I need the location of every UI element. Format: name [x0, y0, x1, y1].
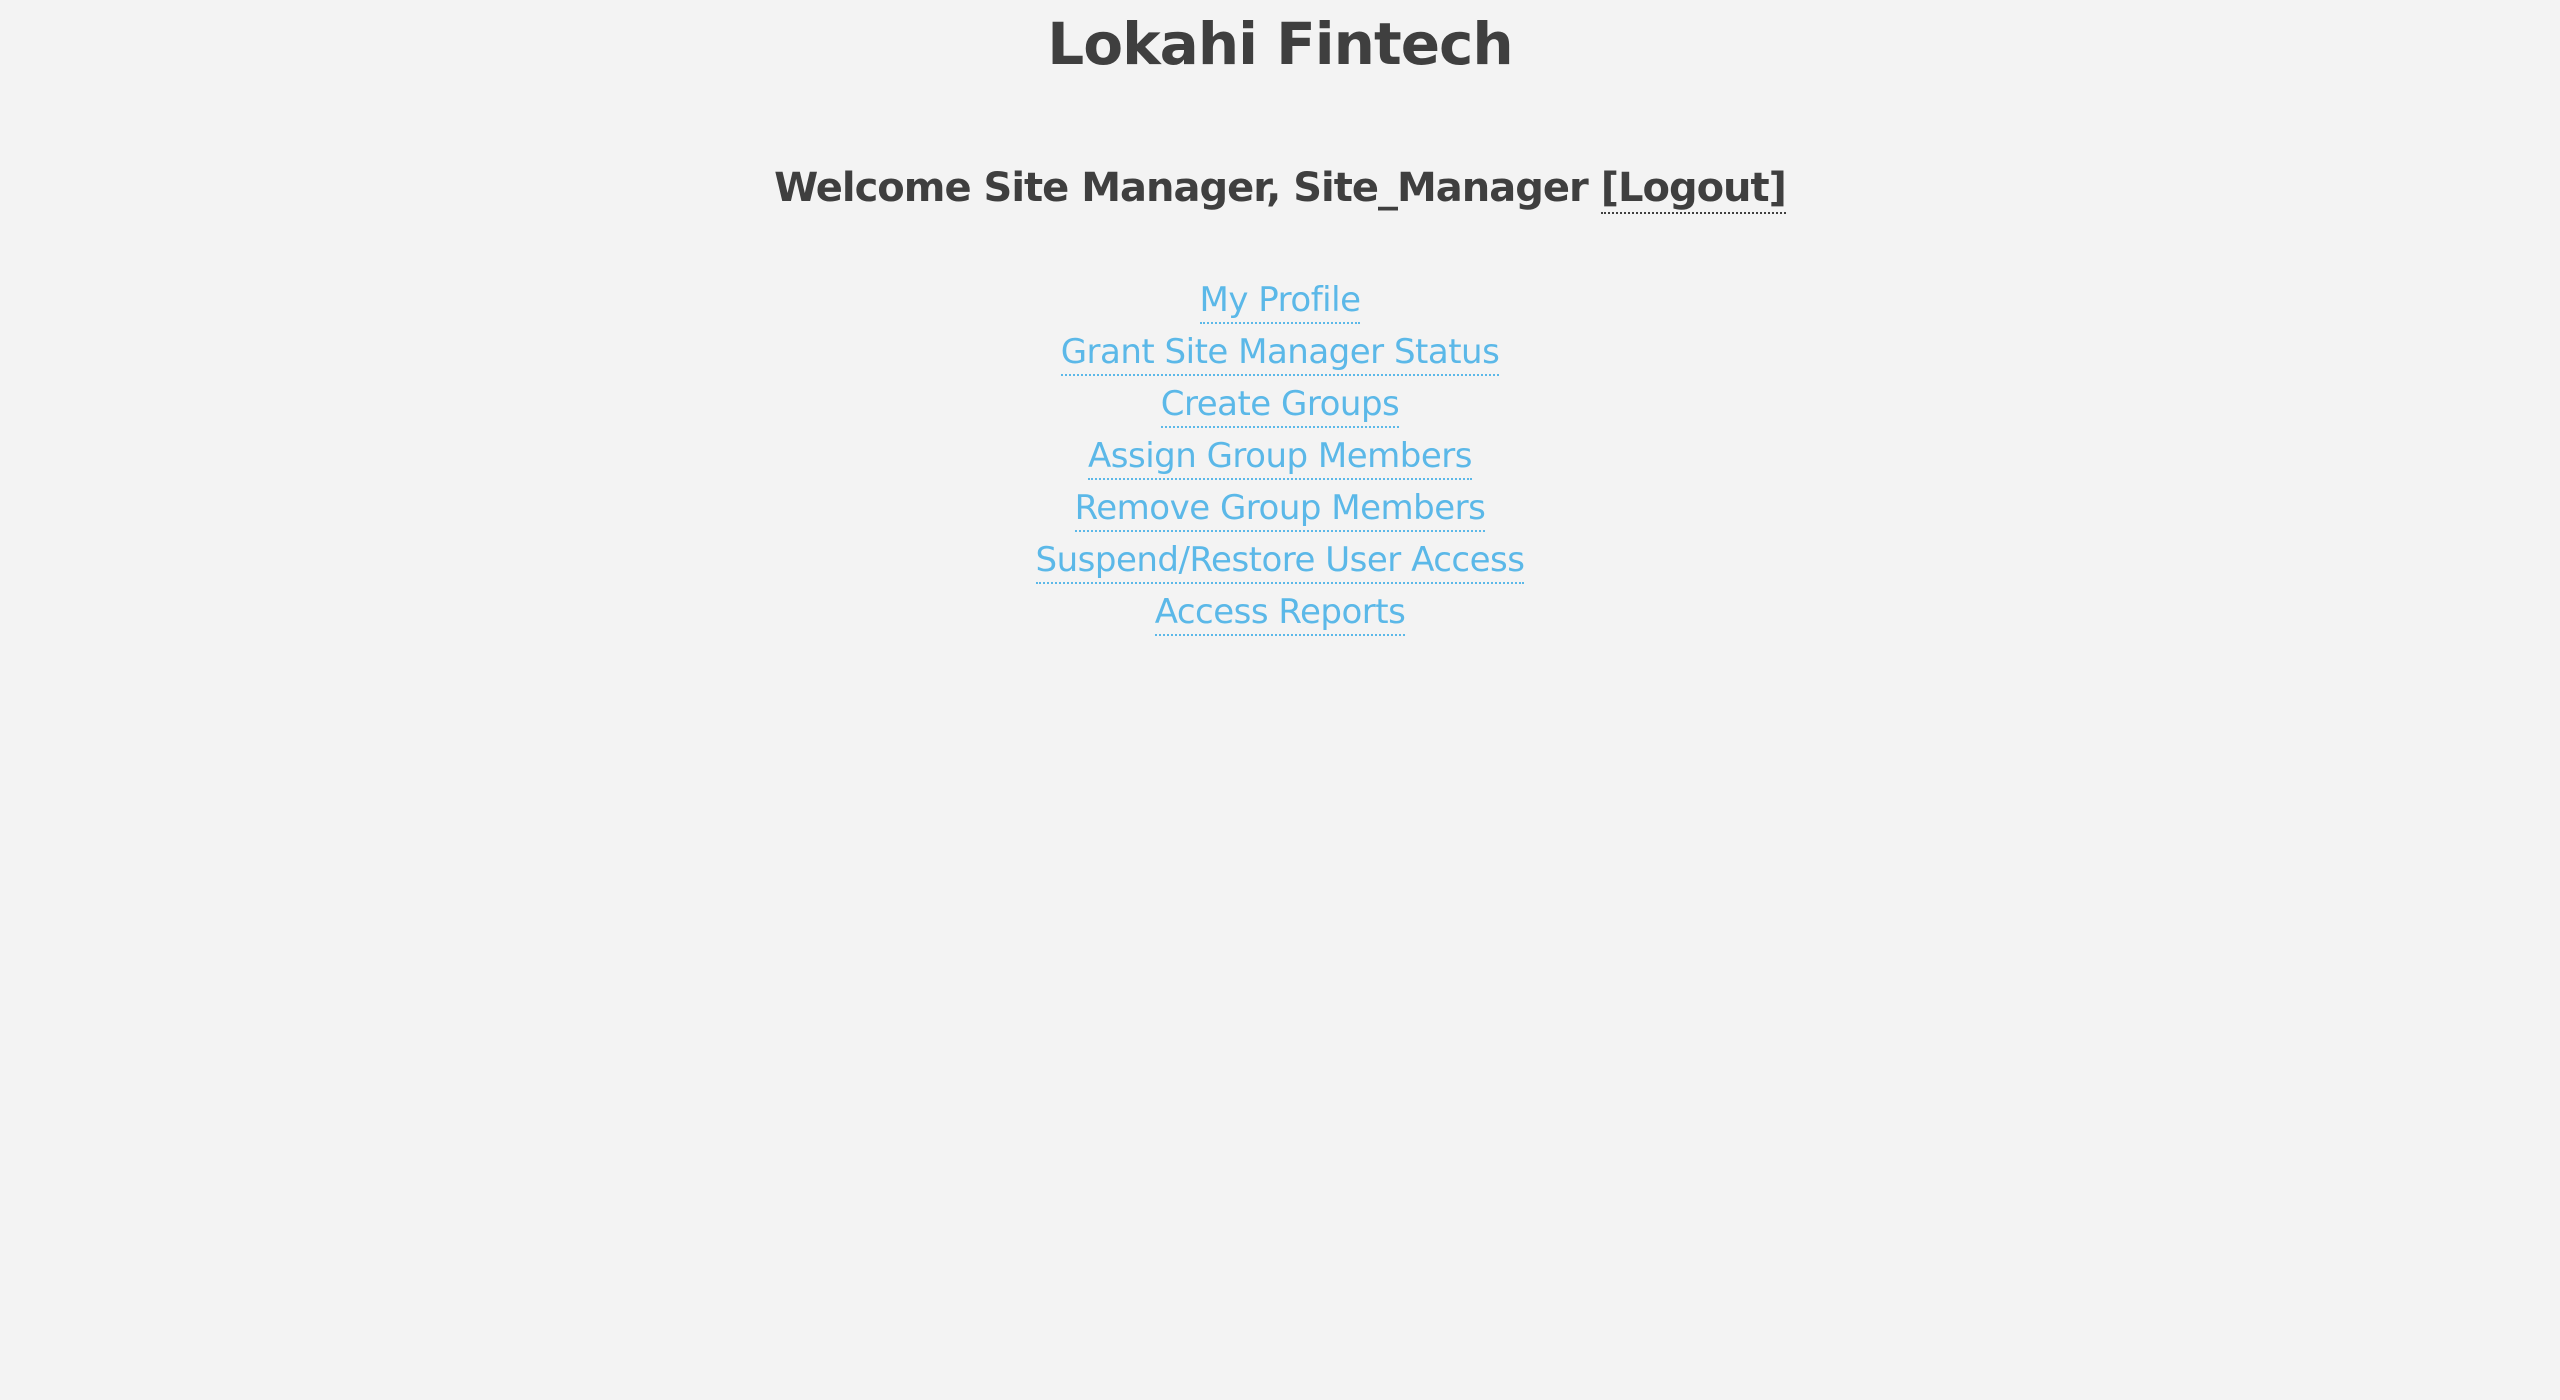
page: Lokahi Fintech Welcome Site Manager, Sit…: [0, 0, 2560, 1400]
access-reports-link[interactable]: Access Reports: [1154, 592, 1406, 636]
my-profile-link[interactable]: My Profile: [1199, 280, 1361, 324]
logout-link[interactable]: [Logout]: [1600, 165, 1787, 214]
grant-site-manager-status-link[interactable]: Grant Site Manager Status: [1060, 332, 1500, 376]
manager-menu: My Profile Grant Site Manager Status Cre…: [0, 274, 2560, 638]
welcome-heading: Welcome Site Manager, Site_Manager [Logo…: [0, 165, 2560, 214]
suspend-restore-user-access-link[interactable]: Suspend/Restore User Access: [1035, 540, 1525, 584]
site-title: Lokahi Fintech: [1047, 10, 1513, 78]
menu-item-my-profile: My Profile: [0, 274, 2560, 326]
menu-item-remove-group-members: Remove Group Members: [0, 482, 2560, 534]
assign-group-members-link[interactable]: Assign Group Members: [1088, 436, 1472, 480]
welcome-text: Welcome Site Manager, Site_Manager: [774, 165, 1589, 211]
menu-item-suspend-restore: Suspend/Restore User Access: [0, 534, 2560, 586]
menu-item-create-groups: Create Groups: [0, 378, 2560, 430]
menu-item-grant-site-manager: Grant Site Manager Status: [0, 326, 2560, 378]
menu-item-assign-group-members: Assign Group Members: [0, 430, 2560, 482]
remove-group-members-link[interactable]: Remove Group Members: [1074, 488, 1486, 532]
create-groups-link[interactable]: Create Groups: [1160, 384, 1400, 428]
menu-item-access-reports: Access Reports: [0, 586, 2560, 638]
